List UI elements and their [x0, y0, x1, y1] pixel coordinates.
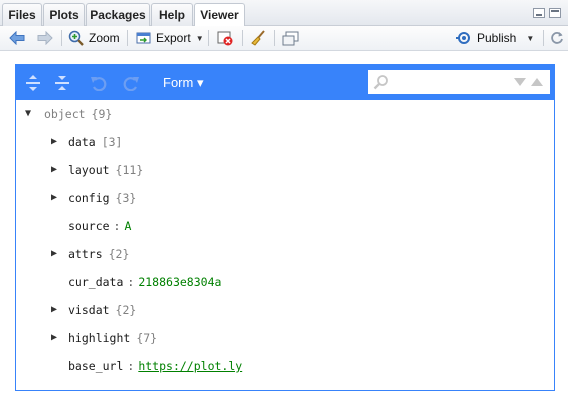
tab-files[interactable]: Files [2, 3, 42, 26]
tree-item-key[interactable]: visdat [68, 303, 110, 317]
tree-item-key[interactable]: cur_data [68, 275, 123, 289]
search-box [368, 70, 550, 94]
root-count: {9} [91, 107, 113, 121]
tab-help[interactable]: Help [151, 3, 193, 26]
expand-arrow-icon[interactable]: ▶ [49, 327, 59, 349]
viewer-toolbar: Zoom Export ▼ Publish ▼ [0, 26, 568, 51]
maximize-pane-button[interactable] [549, 8, 561, 18]
expand-arrow-icon[interactable]: ▶ [49, 187, 59, 209]
expand-all-icon [26, 74, 40, 91]
mode-selector[interactable]: Form ▾ [163, 65, 203, 100]
refresh-icon [551, 32, 563, 44]
zoom-button[interactable]: Zoom [68, 26, 120, 50]
tree-item-key[interactable]: layout [68, 163, 110, 177]
tree-item-count: {3} [115, 191, 137, 205]
tree-item-key[interactable]: config [68, 191, 110, 205]
collapse-arrow-icon[interactable]: ▼ [23, 103, 33, 125]
expand-arrow-icon[interactable]: ▶ [49, 131, 59, 153]
collapse-all-icon [55, 75, 69, 90]
tree-item-key[interactable]: data [68, 135, 96, 149]
refresh-button[interactable] [550, 26, 564, 50]
tree-item-count: {11} [115, 163, 144, 177]
toolbar-separator [61, 30, 62, 46]
tab-packages[interactable]: Packages [86, 3, 150, 26]
popout-button[interactable] [282, 26, 299, 50]
redo-icon [123, 76, 139, 91]
export-icon [136, 32, 151, 44]
toolbar-separator [543, 30, 544, 46]
back-button[interactable] [9, 26, 25, 50]
forward-button[interactable] [37, 26, 53, 50]
tree-item-key[interactable]: source [68, 219, 110, 233]
json-editor-menu-bar: Form ▾ [16, 65, 554, 100]
arrow-left-icon [9, 31, 25, 45]
search-input[interactable] [392, 72, 512, 92]
remove-viewer-button[interactable] [217, 26, 234, 50]
root-key: object [44, 107, 86, 121]
search-icon [373, 75, 388, 90]
publish-dropdown-icon: ▼ [526, 33, 535, 43]
json-editor-panel: Form ▾ ▼ object {9} ▶ data [3] ▶ layout … [15, 64, 555, 391]
tree-item-key[interactable]: attrs [68, 247, 103, 261]
broom-icon [251, 30, 265, 46]
expand-arrow-icon[interactable]: ▶ [49, 159, 59, 181]
tree-item-key[interactable]: base_url [68, 359, 123, 373]
toolbar-separator [274, 30, 275, 46]
redo-button[interactable] [120, 65, 142, 100]
arrow-right-icon [37, 31, 53, 45]
tree-item-url-link[interactable]: https://plot.ly [138, 359, 242, 373]
tree-item-count: {2} [108, 247, 130, 261]
tab-plots[interactable]: Plots [43, 3, 85, 26]
search-next-icon[interactable] [514, 78, 526, 86]
undo-icon [91, 76, 107, 91]
tab-viewer[interactable]: Viewer [194, 3, 245, 27]
expand-all-button[interactable] [22, 65, 44, 100]
export-dropdown-icon: ▼ [195, 33, 204, 43]
export-button[interactable]: Export ▼ [136, 26, 204, 50]
tree-item-count: {2} [115, 303, 137, 317]
pane-tab-bar: Files Plots Packages Help Viewer [0, 0, 568, 27]
expand-arrow-icon[interactable]: ▶ [49, 299, 59, 321]
remove-current-icon [217, 31, 233, 45]
search-previous-icon[interactable] [531, 78, 543, 86]
undo-button[interactable] [88, 65, 110, 100]
tree-item-value[interactable]: A [124, 219, 131, 233]
clear-all-button[interactable] [250, 26, 266, 50]
export-label: Export [156, 31, 191, 45]
tree-item-key[interactable]: highlight [68, 331, 130, 345]
tree-item-value[interactable]: 218863e8304a [138, 275, 221, 289]
tree-item-count: {7} [136, 331, 158, 345]
expand-arrow-icon[interactable]: ▶ [49, 243, 59, 265]
zoom-label: Zoom [89, 31, 120, 45]
zoom-icon [68, 30, 84, 46]
toolbar-separator [127, 30, 128, 46]
show-in-new-window-icon [282, 31, 299, 45]
publish-label: Publish [477, 31, 517, 45]
publish-icon [456, 32, 470, 44]
publish-button[interactable]: Publish ▼ [456, 26, 534, 50]
tree-item-count: [3] [101, 135, 123, 149]
toolbar-separator [208, 30, 209, 46]
collapse-all-button[interactable] [51, 65, 73, 100]
minimize-pane-button[interactable] [533, 8, 545, 18]
toolbar-separator [242, 30, 243, 46]
